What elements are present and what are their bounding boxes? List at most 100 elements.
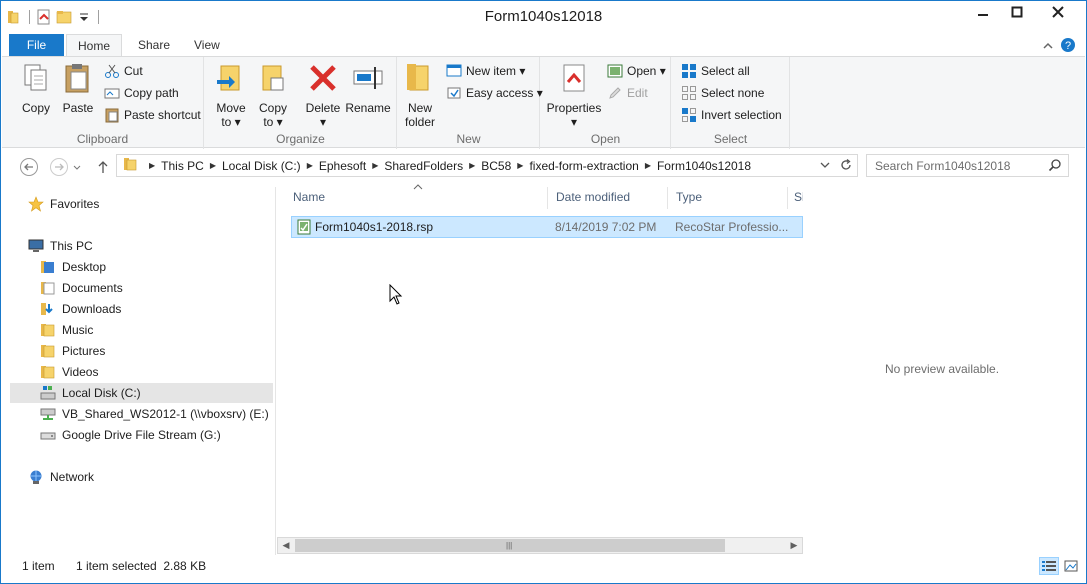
tab-home[interactable]: Home <box>66 34 122 57</box>
properties-label-2: ▾ <box>570 115 578 129</box>
file-row[interactable]: Form1040s1-2018.rsp 8/14/2019 7:02 PM Re… <box>291 216 803 238</box>
copy-icon <box>24 64 47 91</box>
copy-button[interactable]: Copy <box>16 62 56 115</box>
search-box[interactable]: Search Form1040s12018 <box>866 154 1069 177</box>
desktop-folder-icon <box>41 261 54 273</box>
address-bar-actions <box>819 158 853 175</box>
nav-local-disk[interactable]: Local Disk (C:) <box>10 383 273 403</box>
nav-pane-divider[interactable] <box>275 187 276 555</box>
nav-desktop[interactable]: Desktop <box>40 257 106 277</box>
rename-button[interactable]: Rename <box>345 62 391 115</box>
invert-selection-button[interactable]: Invert selection <box>681 105 782 125</box>
paste-shortcut-label: Paste shortcut <box>124 108 201 122</box>
scroll-right-arrow-icon[interactable]: ▶ <box>786 538 802 553</box>
column-header-size[interactable]: Si <box>788 187 803 209</box>
properties-icon[interactable] <box>36 9 52 25</box>
large-icons-view-button[interactable] <box>1061 557 1081 575</box>
edit-button[interactable]: Edit <box>607 83 648 103</box>
nav-downloads[interactable]: Downloads <box>40 299 121 319</box>
nav-google-drive[interactable]: Google Drive File Stream (G:) <box>40 425 221 445</box>
help-icon[interactable]: ? <box>1060 37 1076 56</box>
search-icon[interactable] <box>1048 158 1062 175</box>
paste-shortcut-button[interactable]: Paste shortcut <box>104 105 201 125</box>
copy-path-label: Copy path <box>124 86 179 100</box>
paste-button[interactable]: Paste <box>58 62 98 115</box>
explorer-window: Form1040s12018 File Home Share View ? Co… <box>0 0 1087 584</box>
select-all-icon <box>682 64 696 78</box>
nav-pictures[interactable]: Pictures <box>40 341 105 361</box>
back-button[interactable] <box>18 157 40 177</box>
copy-path-icon <box>104 88 120 99</box>
nav-videos[interactable]: Videos <box>40 362 98 382</box>
new-folder-label-2: folder <box>404 115 436 129</box>
nav-network[interactable]: Network <box>28 467 94 487</box>
new-folder-icon[interactable] <box>56 9 72 25</box>
delete-label: Delete <box>305 101 341 115</box>
breadcrumb-fixed-form-extraction[interactable]: fixed-form-extraction <box>529 159 638 173</box>
details-view-button[interactable] <box>1039 557 1059 575</box>
cut-button[interactable]: Cut <box>104 61 143 81</box>
breadcrumb-separator: ▶ <box>372 161 379 170</box>
move-to-button[interactable]: Move to ▾ <box>211 62 251 129</box>
delete-button[interactable]: Delete ▾ <box>303 62 343 129</box>
move-to-icon <box>217 65 240 91</box>
properties-button[interactable]: Properties ▾ <box>545 62 603 129</box>
up-button[interactable] <box>92 157 114 177</box>
select-none-button[interactable]: Select none <box>681 83 764 103</box>
folder-icon[interactable] <box>7 9 23 25</box>
tab-view[interactable]: View <box>182 34 232 57</box>
collapse-ribbon-icon[interactable] <box>1042 40 1054 54</box>
nav-music[interactable]: Music <box>40 320 93 340</box>
breadcrumb-current-folder[interactable]: Form1040s12018 <box>657 159 751 173</box>
horizontal-scrollbar[interactable]: ◀ ||| ▶ <box>277 537 803 554</box>
breadcrumb-separator: ▶ <box>469 161 476 170</box>
column-header-type[interactable]: Type <box>668 187 788 209</box>
chevron-down-icon <box>73 165 81 170</box>
column-header-name[interactable]: Name <box>285 187 548 209</box>
new-folder-button[interactable]: New folder <box>400 62 440 129</box>
breadcrumb-sharedfolders[interactable]: SharedFolders <box>384 159 463 173</box>
forward-button[interactable] <box>48 157 70 177</box>
select-all-button[interactable]: Select all <box>681 61 750 81</box>
nav-downloads-label: Downloads <box>62 302 122 316</box>
nav-desktop-label: Desktop <box>62 260 107 274</box>
close-icon <box>1052 6 1064 18</box>
scroll-left-arrow-icon[interactable]: ◀ <box>278 538 294 553</box>
nav-vb-shared[interactable]: VB_Shared_WS2012-1 (\\vboxsrv) (E:) <box>40 404 269 424</box>
nav-pictures-label: Pictures <box>62 344 106 358</box>
address-folder-icon <box>123 156 139 175</box>
minimize-button[interactable] <box>968 1 998 23</box>
nav-this-pc-label: This PC <box>50 239 93 253</box>
nav-this-pc[interactable]: This PC <box>28 236 93 256</box>
view-switcher <box>1039 557 1081 575</box>
tab-share[interactable]: Share <box>126 34 182 57</box>
breadcrumb-ephesoft[interactable]: Ephesoft <box>319 159 366 173</box>
nav-favorites[interactable]: Favorites <box>28 194 99 214</box>
new-item-button[interactable]: New item ▾ <box>446 61 525 81</box>
column-header-date-modified[interactable]: Date modified <box>548 187 668 209</box>
breadcrumb-this-pc[interactable]: This PC <box>161 159 204 173</box>
title-bar: Form1040s12018 <box>1 1 1086 32</box>
refresh-icon[interactable] <box>839 158 853 175</box>
music-folder-icon <box>41 324 55 337</box>
close-button[interactable] <box>1036 1 1080 23</box>
customize-qat-icon[interactable] <box>76 9 92 25</box>
address-history-chevron-icon[interactable] <box>819 158 831 175</box>
copy-path-button[interactable]: Copy path <box>104 83 179 103</box>
invert-selection-icon <box>682 108 696 122</box>
nav-videos-label: Videos <box>62 365 99 379</box>
copy-to-button[interactable]: Copy to ▾ <box>253 62 293 129</box>
up-arrow-icon <box>98 161 108 173</box>
edit-label: Edit <box>627 86 648 100</box>
status-bar: 1 item 1 item selected 2.88 KB <box>2 557 1085 583</box>
breadcrumb-bc58[interactable]: BC58 <box>481 159 511 173</box>
quick-access-toolbar <box>7 7 101 27</box>
easy-access-button[interactable]: Easy access ▾ <box>446 83 543 103</box>
recent-locations-button[interactable] <box>70 157 84 177</box>
nav-documents[interactable]: Documents <box>40 278 123 298</box>
address-bar[interactable]: ▶ This PC ▶ Local Disk (C:) ▶ Ephesoft ▶… <box>116 154 858 177</box>
maximize-button[interactable] <box>1002 1 1032 23</box>
open-button[interactable]: Open ▾ <box>607 61 666 81</box>
breadcrumb-local-disk[interactable]: Local Disk (C:) <box>222 159 301 173</box>
tab-file[interactable]: File <box>9 34 64 57</box>
